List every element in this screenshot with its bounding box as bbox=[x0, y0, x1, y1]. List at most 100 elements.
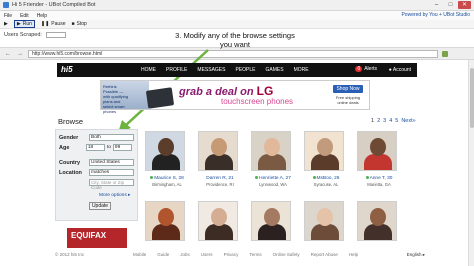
photo-body-shape bbox=[364, 154, 392, 170]
profile-photo[interactable] bbox=[198, 201, 238, 241]
pause-label: Pause bbox=[51, 21, 66, 27]
city-input[interactable]: City, State or Zip Code bbox=[89, 179, 134, 190]
powered-by-link[interactable]: Powered by You + UBot Studio bbox=[401, 12, 470, 18]
alerts-button[interactable]: 0 Alerts bbox=[355, 66, 377, 72]
url-input[interactable]: http://www.hi5.com/browse.html bbox=[28, 49, 438, 58]
nav-more[interactable]: MORE bbox=[294, 67, 309, 73]
forward-arrow-icon[interactable]: → bbox=[16, 50, 24, 58]
age-min-select[interactable]: 18 bbox=[85, 144, 105, 151]
footer-link-terms[interactable]: Terms bbox=[249, 252, 261, 257]
nav-messages[interactable]: MESSAGES bbox=[197, 67, 225, 73]
footer-link-mobile[interactable]: Mobile bbox=[133, 252, 146, 257]
photo-body-shape bbox=[152, 224, 180, 240]
maximize-button[interactable]: □ bbox=[444, 1, 457, 9]
profile-name[interactable]: Henriette A, 27 bbox=[247, 176, 299, 181]
close-button[interactable]: ✕ bbox=[458, 1, 471, 9]
footer-link-users[interactable]: Users bbox=[201, 252, 213, 257]
profile-name[interactable]: Anne T, 30 bbox=[353, 176, 405, 181]
stop-icon: ■ bbox=[71, 21, 75, 27]
photo-head-shape bbox=[317, 208, 333, 226]
page-2[interactable]: 2 bbox=[377, 118, 380, 124]
footer-link-privacy[interactable]: Privacy bbox=[224, 252, 239, 257]
equifax-ad[interactable]: EQUIFAX bbox=[67, 228, 127, 248]
pagination: 1 2 3 4 5 Next» bbox=[371, 118, 416, 124]
ad-carrier-text: Rethink Possible — with qualifying plans… bbox=[103, 84, 129, 114]
nav-home[interactable]: HOME bbox=[141, 67, 156, 73]
pause-button[interactable]: ❚❚ Pause bbox=[41, 21, 66, 27]
online-status-icon bbox=[255, 176, 259, 179]
profile-photo[interactable] bbox=[357, 201, 397, 241]
footer-link-help[interactable]: Help bbox=[349, 252, 358, 257]
footer-link-jobs[interactable]: Jobs bbox=[180, 252, 190, 257]
menu-edit[interactable]: Edit bbox=[20, 13, 29, 19]
profile-name-text: MsBoo, 26 bbox=[316, 176, 340, 181]
profile-card[interactable]: Maurice S, 28 Birmingham, AL bbox=[141, 129, 188, 191]
menu-file[interactable]: File bbox=[4, 13, 12, 19]
profile-name[interactable]: Darren R, 21 bbox=[194, 176, 246, 181]
user-icon: ● bbox=[388, 67, 392, 73]
site-footer: © 2012 hi5 Inc Mobile Guide Jobs Users P… bbox=[55, 250, 425, 259]
profile-photo[interactable] bbox=[357, 131, 397, 171]
country-select[interactable]: United States bbox=[89, 159, 134, 166]
profile-photo[interactable] bbox=[304, 201, 344, 241]
profile-location: Syracuse, AL bbox=[313, 182, 339, 187]
alerts-label: Alerts bbox=[364, 66, 377, 72]
profile-photo[interactable] bbox=[251, 131, 291, 171]
profile-name[interactable]: Maurice S, 28 bbox=[141, 176, 193, 181]
online-status-icon bbox=[312, 176, 316, 179]
run-button[interactable]: ▶ Run bbox=[13, 20, 35, 28]
nav-profile[interactable]: PROFILE bbox=[166, 67, 187, 73]
update-button[interactable]: Update bbox=[89, 202, 111, 210]
page-scrollbar[interactable] bbox=[468, 60, 474, 266]
ad-carrier-panel: Rethink Possible — with qualifying plans… bbox=[101, 81, 149, 114]
page-5[interactable]: 5 bbox=[395, 118, 398, 124]
more-options-link[interactable]: More options ▸ bbox=[99, 193, 134, 198]
back-arrow-icon[interactable]: ← bbox=[4, 50, 12, 58]
footer-link-guide[interactable]: Guide bbox=[157, 252, 169, 257]
gender-select[interactable]: Both bbox=[89, 134, 134, 141]
profile-name[interactable]: MsBoo, 26 bbox=[300, 176, 352, 181]
photo-head-shape bbox=[211, 208, 227, 226]
footer-link-report-abuse[interactable]: Report Abuse bbox=[311, 252, 338, 257]
profile-photo[interactable] bbox=[251, 201, 291, 241]
menu-help[interactable]: Help bbox=[37, 13, 47, 19]
page-3[interactable]: 3 bbox=[383, 118, 386, 124]
profile-photo[interactable] bbox=[304, 131, 344, 171]
play-button[interactable]: ▶ bbox=[4, 21, 8, 27]
profile-card[interactable]: MsBoo, 26 Syracuse, AL bbox=[300, 129, 347, 191]
photo-head-shape bbox=[211, 138, 227, 156]
page-4[interactable]: 4 bbox=[389, 118, 392, 124]
profile-name-text: Anne T, 30 bbox=[369, 176, 393, 181]
country-label: Country bbox=[59, 159, 81, 166]
photo-body-shape bbox=[364, 224, 392, 240]
account-menu[interactable]: ● Account bbox=[389, 67, 411, 73]
profile-card[interactable]: Darren R, 21 Providence, RI bbox=[194, 129, 241, 191]
phone-image bbox=[145, 87, 175, 109]
stop-button[interactable]: ■ Stop bbox=[71, 21, 86, 27]
photo-body-shape bbox=[205, 154, 233, 170]
hi5-logo[interactable]: hi5 bbox=[61, 65, 83, 75]
photo-head-shape bbox=[370, 138, 386, 156]
profile-photo[interactable] bbox=[198, 131, 238, 171]
scrollbar-thumb[interactable] bbox=[470, 68, 474, 128]
alerts-badge: 0 bbox=[355, 66, 363, 72]
profile-photo[interactable] bbox=[145, 201, 185, 241]
footer-link-online-safety[interactable]: Online Safety bbox=[273, 252, 300, 257]
next-page-link[interactable]: Next» bbox=[401, 118, 415, 124]
age-max-select[interactable]: 99 bbox=[112, 144, 133, 151]
photo-body-shape bbox=[311, 224, 339, 240]
photo-body-shape bbox=[205, 224, 233, 240]
nav-games[interactable]: GAMES bbox=[266, 67, 284, 73]
language-select[interactable]: English ▸ bbox=[407, 252, 425, 258]
ad-banner[interactable]: Rethink Possible — with qualifying plans… bbox=[100, 80, 370, 114]
nav-people[interactable]: PEOPLE bbox=[235, 67, 255, 73]
location-select[interactable]: matches bbox=[89, 169, 134, 176]
profile-photo[interactable] bbox=[145, 131, 185, 171]
page-1: 1 bbox=[371, 118, 375, 124]
go-icon[interactable] bbox=[442, 50, 448, 57]
profile-card[interactable]: Anne T, 30 Marietta, GA bbox=[353, 129, 400, 191]
profile-card[interactable]: Henriette A, 27 Lynnwood, WA bbox=[247, 129, 294, 191]
ad-shop-now-button[interactable]: Shop Now bbox=[333, 85, 363, 93]
minimize-button[interactable]: – bbox=[430, 1, 443, 9]
tutorial-annotation: 3. Modify any of the browse settings you… bbox=[175, 31, 295, 49]
